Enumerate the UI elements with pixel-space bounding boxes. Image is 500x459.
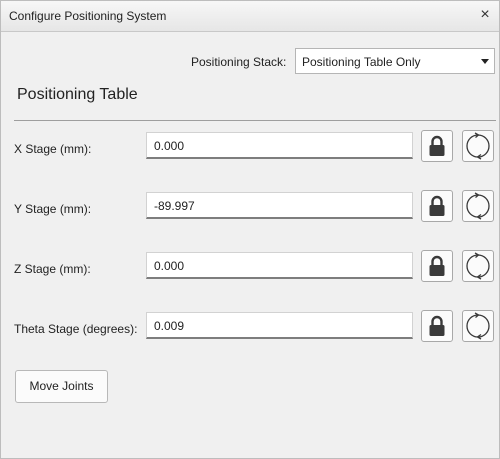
refresh-icon [466,132,490,160]
configure-positioning-dialog: Configure Positioning System × Positioni… [0,0,500,459]
theta-stage-value: 0.009 [154,319,185,333]
y-stage-field[interactable]: -89.997 [146,192,413,219]
stage-row-theta: Theta Stage (degrees): 0.009 [1,310,499,346]
stage-row-x: X Stage (mm): 0.000 [1,130,499,166]
window-title: Configure Positioning System [9,9,167,23]
x-stage-field[interactable]: 0.000 [146,132,413,159]
title-bar: Configure Positioning System × [1,1,499,32]
y-stage-lock-button[interactable] [421,190,453,222]
lock-icon [429,195,445,216]
z-stage-lock-button[interactable] [421,250,453,282]
x-stage-lock-button[interactable] [421,130,453,162]
z-stage-field[interactable]: 0.000 [146,252,413,279]
section-divider [14,120,496,121]
lock-icon [429,255,445,276]
move-joints-button[interactable]: Move Joints [15,370,108,403]
theta-stage-field[interactable]: 0.009 [146,312,413,339]
section-title: Positioning Table [17,86,138,103]
x-stage-label: X Stage (mm): [14,142,92,156]
x-stage-value: 0.000 [154,139,185,153]
positioning-stack-label: Positioning Stack: [191,55,287,69]
lock-icon [429,135,445,156]
x-stage-refresh-button[interactable] [462,130,494,162]
stage-row-y: Y Stage (mm): -89.997 [1,190,499,226]
z-stage-refresh-button[interactable] [462,250,494,282]
lock-icon [429,315,445,336]
y-stage-value: -89.997 [154,199,195,213]
positioning-stack-select[interactable]: Positioning Table Only [295,48,495,74]
theta-stage-lock-button[interactable] [421,310,453,342]
chevron-down-icon [481,59,489,64]
theta-stage-refresh-button[interactable] [462,310,494,342]
refresh-icon [466,192,490,220]
refresh-icon [466,252,490,280]
positioning-stack-value: Positioning Table Only [302,55,421,69]
stage-row-z: Z Stage (mm): 0.000 [1,250,499,286]
theta-stage-label: Theta Stage (degrees): [14,322,138,336]
y-stage-refresh-button[interactable] [462,190,494,222]
z-stage-value: 0.000 [154,259,185,273]
close-button[interactable]: × [475,5,495,25]
z-stage-label: Z Stage (mm): [14,262,91,276]
y-stage-label: Y Stage (mm): [14,202,92,216]
refresh-icon [466,312,490,340]
